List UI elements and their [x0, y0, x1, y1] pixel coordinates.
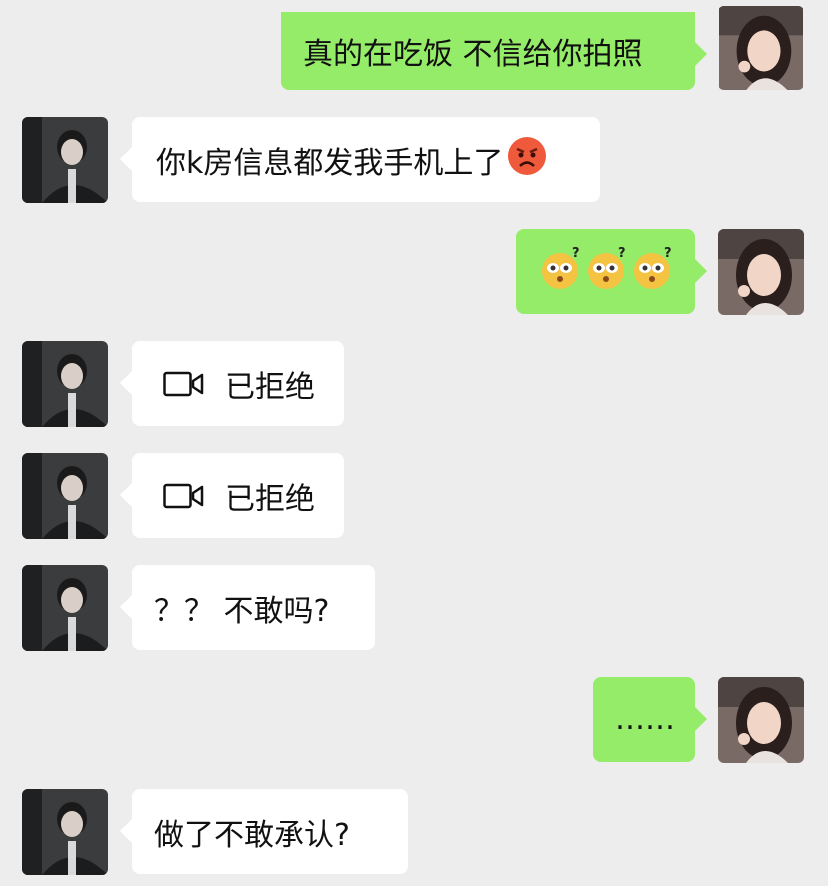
contact-avatar[interactable] [22, 341, 108, 427]
call-status-text: 已拒绝 [225, 369, 315, 405]
message-bubble-outgoing[interactable]: 真的在吃饭 不信给你拍照 [281, 12, 707, 90]
contact-avatar-image [22, 117, 108, 203]
svg-text:?: ? [618, 246, 626, 261]
contact-avatar-image [22, 341, 108, 427]
video-call-bubble[interactable]: 已拒绝 [120, 453, 344, 538]
message-bubble-incoming[interactable]: 你k房信息都发我手机上了 [120, 117, 600, 202]
message-text: 做了不敢承认? [154, 817, 350, 853]
self-avatar-image [718, 229, 804, 315]
self-avatar[interactable] [718, 229, 804, 315]
video-camera-icon [163, 482, 205, 510]
svg-text:?: ? [572, 246, 580, 261]
angry-face-icon [507, 136, 547, 184]
contact-avatar[interactable] [22, 565, 108, 651]
confused-face-icon: ? [632, 245, 678, 299]
contact-avatar[interactable] [22, 453, 108, 539]
confused-face-icon: ? [540, 245, 586, 299]
message-text: ？？ 不敢吗? [154, 593, 330, 629]
message-text: …… [615, 702, 675, 737]
contact-avatar-image [22, 453, 108, 539]
message-bubble-outgoing[interactable]: ? ? ? [516, 229, 707, 314]
confused-face-icon: ? [586, 245, 632, 299]
contact-avatar-image [22, 565, 108, 651]
message-bubble-incoming[interactable]: 做了不敢承认? [120, 789, 408, 874]
call-status-text: 已拒绝 [225, 481, 315, 517]
svg-text:?: ? [664, 246, 672, 261]
video-camera-icon [163, 370, 205, 398]
video-call-bubble[interactable]: 已拒绝 [120, 341, 344, 426]
self-avatar[interactable] [718, 6, 804, 90]
message-text: 真的在吃饭 不信给你拍照 [303, 37, 643, 72]
message-bubble-incoming[interactable]: ？？ 不敢吗? [120, 565, 375, 650]
contact-avatar-image [22, 789, 108, 875]
self-avatar[interactable] [718, 677, 804, 763]
contact-avatar[interactable] [22, 117, 108, 203]
self-avatar-image [718, 677, 804, 763]
contact-avatar[interactable] [22, 789, 108, 875]
message-bubble-outgoing[interactable]: …… [593, 677, 707, 762]
self-avatar-image [719, 6, 803, 90]
message-text: 你k房信息都发我手机上了 [156, 145, 504, 181]
